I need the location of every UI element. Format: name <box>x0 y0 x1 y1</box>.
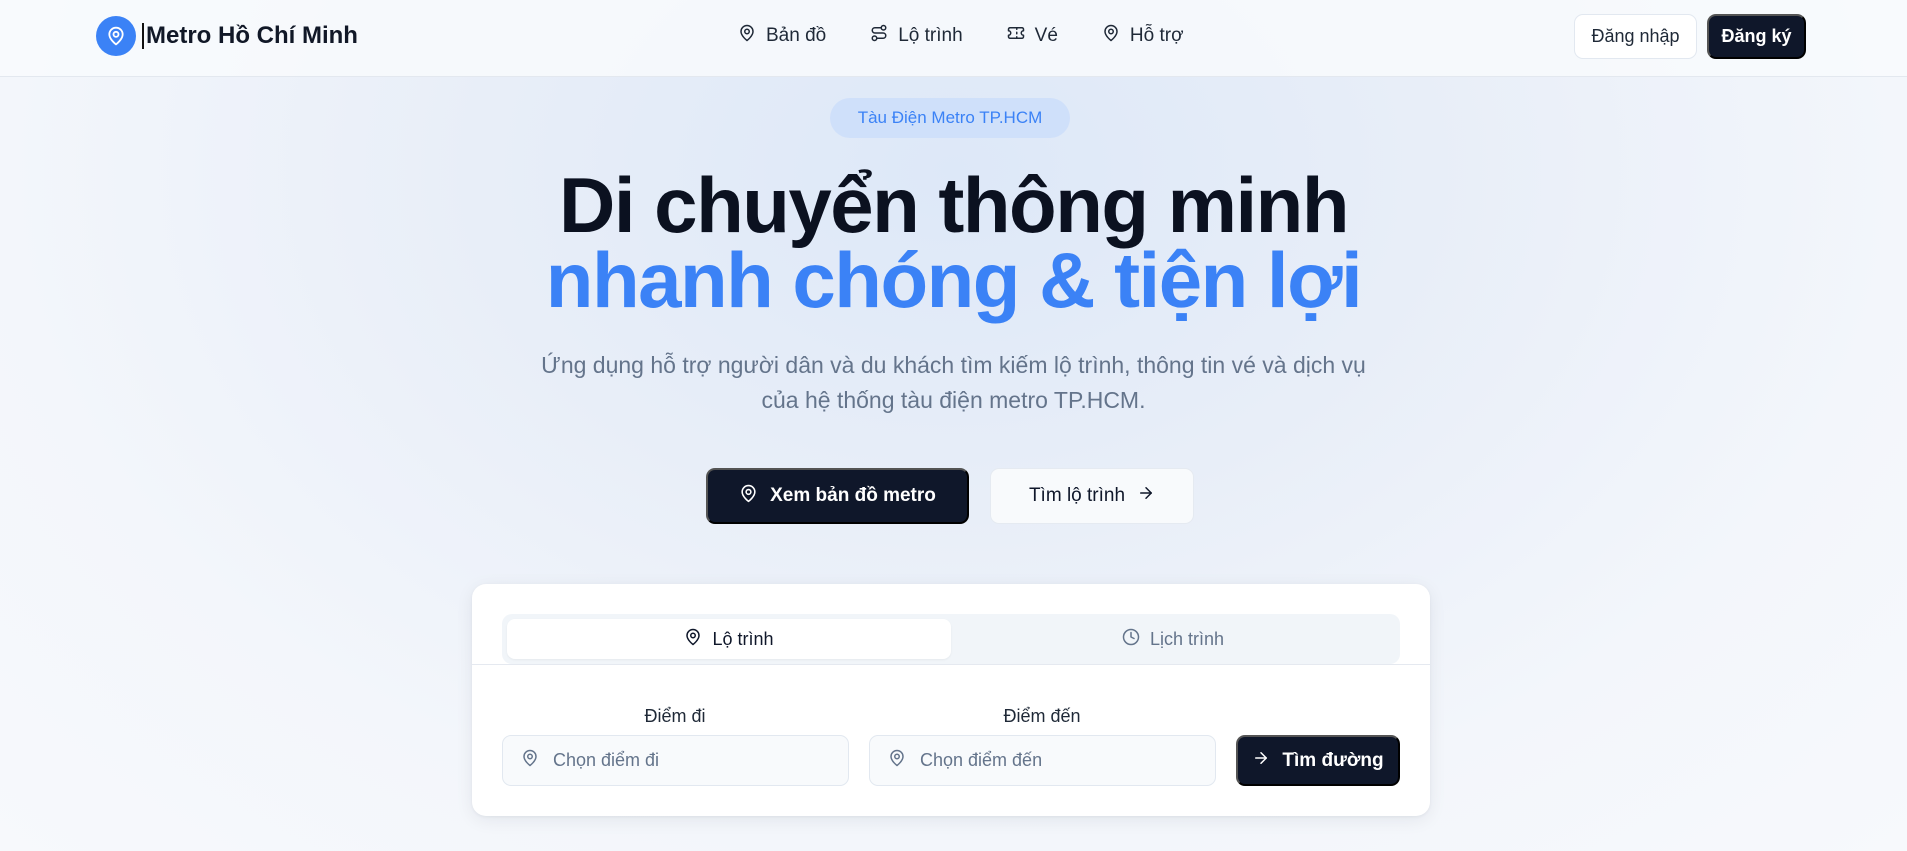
register-button[interactable]: Đăng ký <box>1707 14 1806 59</box>
tab-label: Lịch trình <box>1149 628 1225 649</box>
view-metro-map-button[interactable]: Xem bản đồ metro <box>706 468 969 524</box>
map-pin-icon <box>1102 24 1130 48</box>
nav-item-label: Lộ trình <box>898 25 963 46</box>
nav-item-support[interactable]: Hỗ trợ <box>1102 24 1184 48</box>
nav-item-route[interactable]: Lộ trình <box>870 24 963 48</box>
map-pin-icon <box>888 749 920 772</box>
hero-title-line2: nhanh chóng & tiện lợi <box>545 236 1363 324</box>
to-label: Điểm đến <box>1003 706 1081 726</box>
brand-name: Metro Hồ Chí Minh <box>142 23 358 49</box>
map-pin-icon <box>738 24 766 48</box>
find-route-button[interactable]: Tìm lộ trình <box>990 468 1194 524</box>
main-nav: Bản đồ Lộ trình Vé Hỗ trợ <box>738 24 1228 48</box>
login-button[interactable]: Đăng nhập <box>1574 14 1697 59</box>
to-input[interactable] <box>920 750 1200 771</box>
tab-schedule[interactable]: Lịch trình <box>951 619 1395 659</box>
map-pin-icon <box>96 16 136 56</box>
tab-label: Lộ trình <box>712 628 774 649</box>
ticket-icon <box>1007 24 1035 48</box>
to-field[interactable] <box>869 735 1216 786</box>
search-route-button[interactable]: Tìm đường <box>1236 735 1400 786</box>
clock-icon <box>1122 628 1150 651</box>
top-navbar: Metro Hồ Chí Minh Bản đồ Lộ trình Vé Hỗ … <box>0 0 1907 77</box>
button-label: Tìm đường <box>1282 749 1384 771</box>
nav-item-label: Hỗ trợ <box>1129 25 1184 46</box>
hero-subtitle: Ứng dụng hỗ trợ người dân và du khách tì… <box>541 352 1366 413</box>
nav-item-label: Vé <box>1034 25 1058 46</box>
arrow-right-icon <box>1252 749 1282 773</box>
route-icon <box>870 24 898 48</box>
search-tabs: Lộ trình Lịch trình <box>502 614 1400 664</box>
nav-item-ticket[interactable]: Vé <box>1007 24 1058 48</box>
button-label: Xem bản đồ metro <box>770 485 936 506</box>
from-input[interactable] <box>553 750 833 771</box>
divider <box>472 664 1430 665</box>
map-pin-icon <box>521 749 553 772</box>
nav-item-map[interactable]: Bản đồ <box>738 24 826 48</box>
route-search-card: Lộ trình Lịch trình Điểm đi Điểm đến Tìm… <box>472 584 1430 816</box>
map-pin-icon <box>739 484 770 509</box>
brand[interactable]: Metro Hồ Chí Minh <box>96 16 358 56</box>
button-label: Tìm lộ trình <box>1028 485 1126 506</box>
hero-badge: Tàu Điện Metro TP.HCM <box>830 98 1070 138</box>
arrow-right-icon <box>1125 484 1155 508</box>
nav-item-label: Bản đồ <box>766 25 827 46</box>
tab-route[interactable]: Lộ trình <box>507 619 951 659</box>
from-field[interactable] <box>502 735 849 786</box>
map-pin-icon <box>684 628 712 651</box>
from-label: Điểm đi <box>644 706 706 726</box>
